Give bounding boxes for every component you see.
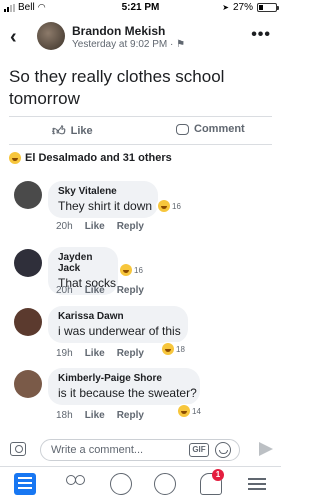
comment-meta: 20h Like Reply (56, 221, 144, 232)
author-avatar[interactable] (37, 22, 65, 50)
comment-bubble: Kimberly-Paige Shore is it because the s… (48, 368, 200, 405)
battery-fill (259, 5, 264, 10)
comment-time: 20h (56, 221, 73, 232)
reaction-count: 14 (192, 406, 201, 416)
comment-reactions[interactable]: 16 (156, 199, 183, 213)
comment-icon (176, 123, 189, 135)
battery-percent: 27% (232, 2, 253, 13)
comment-reply-button[interactable]: Reply (117, 221, 144, 232)
comment-meta: 18h Like Reply (56, 410, 144, 421)
comment-input-wrap: GIF (40, 439, 240, 461)
comment-meta: 19h Like Reply (56, 348, 144, 359)
news-feed-icon[interactable] (14, 473, 36, 495)
comment-reply-button[interactable]: Reply (117, 410, 144, 421)
audience-icon: · ⚑ (170, 39, 186, 50)
battery-icon (257, 3, 279, 12)
status-bar: Bell ◠ 5:21 PM ➤ 27% (0, 0, 281, 16)
commenter-avatar[interactable] (14, 370, 42, 398)
comment-text: i was underwear of this (58, 324, 181, 338)
send-icon[interactable] (259, 442, 273, 456)
comment-like-button[interactable]: Like (85, 410, 105, 421)
reactions-label: El Desalmado and 31 others (25, 152, 172, 164)
comment-composer: GIF (0, 438, 281, 464)
reaction-count: 16 (134, 265, 143, 275)
friends-icon[interactable] (64, 473, 86, 495)
post-timestamp: Yesterday at 9:02 PM (72, 39, 168, 50)
post-header: ‹ Brandon Mekish Yesterday at 9:02 PM · … (0, 18, 281, 60)
reaction-count: 18 (176, 344, 185, 354)
comment-input[interactable] (51, 442, 171, 458)
post-text: So they really clothes school tomorrow (9, 67, 225, 108)
divider (9, 116, 272, 117)
author-name[interactable]: Brandon Mekish (72, 24, 165, 38)
post-actions: 👍︎ Like Comment (0, 118, 281, 144)
comment-like-button[interactable]: Like (85, 221, 105, 232)
menu-icon[interactable] (246, 473, 268, 495)
location-icon: ➤ (222, 3, 229, 12)
haha-emoji-icon (158, 200, 170, 212)
comment-reactions[interactable]: 14 (176, 404, 203, 418)
comment-reply-button[interactable]: Reply (117, 285, 144, 296)
comment-reactions[interactable]: 16 (118, 263, 145, 277)
notifications-badge: 1 (212, 469, 224, 481)
like-label: Like (70, 125, 93, 137)
camera-icon[interactable] (10, 442, 26, 456)
reaction-count: 16 (172, 201, 181, 211)
commenter-name[interactable]: Jayden Jack (58, 252, 108, 274)
commenter-name[interactable]: Kimberly-Paige Shore (58, 373, 190, 384)
comment-text: They shirt it down (58, 199, 153, 213)
comment-like-button[interactable]: Like (85, 348, 105, 359)
divider (9, 144, 272, 145)
comment-text: is it because the sweater? (58, 386, 197, 400)
comment-time: 18h (56, 410, 73, 421)
comment-reply-button[interactable]: Reply (117, 348, 144, 359)
status-right: ➤ 27% (222, 2, 279, 13)
reactions-summary[interactable]: El Desalmado and 31 others (9, 152, 172, 164)
back-icon[interactable]: ‹ (10, 26, 17, 49)
haha-emoji-icon (162, 343, 174, 355)
comment-meta: 20h Like Reply (56, 285, 144, 296)
emoji-icon[interactable] (215, 442, 231, 458)
comment-button[interactable]: Comment (176, 123, 245, 135)
comment-time: 20h (56, 285, 73, 296)
comment-label: Comment (194, 123, 245, 135)
haha-emoji-icon (178, 405, 190, 417)
comment-time: 19h (56, 348, 73, 359)
comment-reactions[interactable]: 18 (160, 342, 187, 356)
comment-bubble: Karissa Dawn i was underwear of this (48, 306, 188, 343)
commenter-avatar[interactable] (14, 181, 42, 209)
gif-icon[interactable]: GIF (189, 443, 209, 457)
comment-like-button[interactable]: Like (85, 285, 105, 296)
more-icon[interactable]: ••• (251, 26, 271, 44)
commenter-name[interactable]: Sky Vitalene (58, 186, 148, 197)
comment-bubble: Sky Vitalene They shirt it down (48, 181, 158, 218)
like-icon: 👍︎ (52, 123, 66, 138)
like-button[interactable]: 👍︎ Like (52, 123, 93, 139)
commenter-avatar[interactable] (14, 249, 42, 277)
commenter-name[interactable]: Karissa Dawn (58, 311, 178, 322)
haha-emoji-icon (9, 152, 21, 164)
post-meta: Yesterday at 9:02 PM · ⚑ (72, 39, 185, 50)
haha-emoji-icon (120, 264, 132, 276)
bottom-tab-bar: 1 (0, 466, 281, 500)
groups-icon[interactable] (154, 473, 176, 495)
commenter-avatar[interactable] (14, 308, 42, 336)
watch-icon[interactable] (110, 473, 132, 495)
